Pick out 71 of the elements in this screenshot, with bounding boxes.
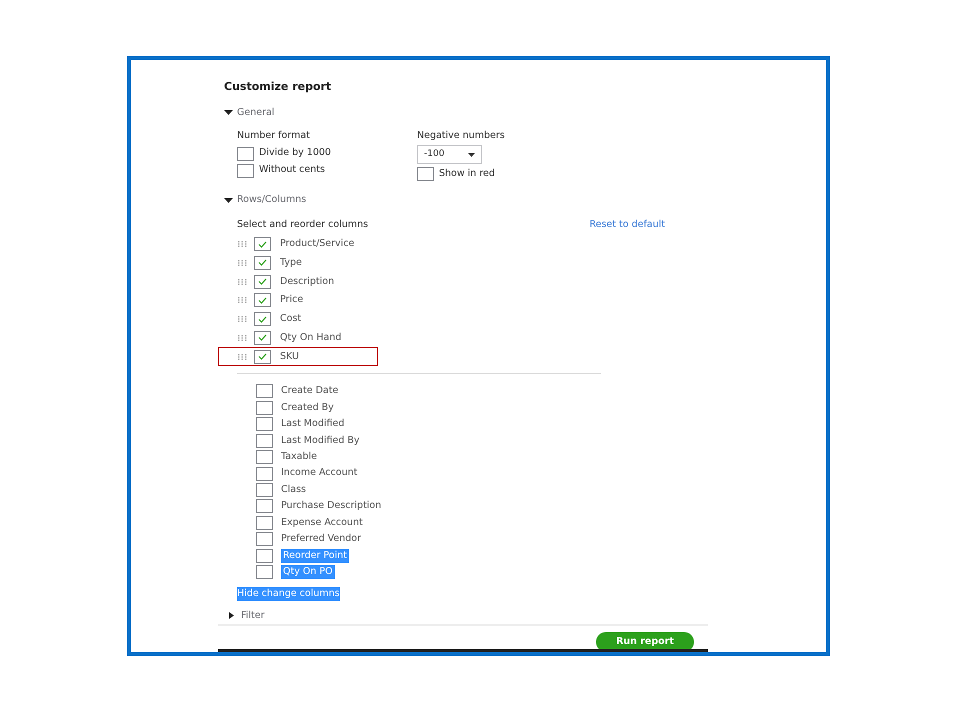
column-label: Qty On Hand	[280, 330, 342, 345]
checkbox[interactable]	[256, 548, 273, 563]
checkbox[interactable]	[256, 532, 273, 546]
drag-handle-icon[interactable]	[238, 278, 247, 285]
column-label: Type	[280, 256, 302, 270]
checkbox[interactable]	[417, 167, 434, 182]
column-label: Income Account	[281, 466, 358, 480]
caret-down-icon[interactable]	[224, 196, 233, 204]
column-label: Expense Account	[281, 516, 363, 530]
caret-down-icon[interactable]	[224, 109, 233, 116]
check-icon	[258, 240, 267, 248]
column-label: SKU	[280, 350, 299, 364]
check-icon	[258, 316, 267, 323]
column-label: Taxable	[281, 450, 318, 464]
drag-handle-icon[interactable]	[238, 354, 247, 360]
reset-link[interactable]: Reset to default	[589, 218, 665, 232]
drag-handle-icon[interactable]	[238, 241, 247, 248]
checkbox[interactable]	[254, 237, 271, 252]
checkbox[interactable]	[256, 466, 273, 481]
column-label: Cost	[280, 312, 302, 326]
check-icon	[258, 259, 267, 266]
column-label: Last Modified By	[281, 434, 360, 448]
column-label: Purchase Description	[281, 499, 382, 514]
panel-title: Customize report	[224, 79, 332, 95]
checkbox[interactable]	[237, 164, 254, 178]
negative-number-dropdown[interactable]: -100	[417, 145, 482, 164]
check-icon	[258, 278, 267, 286]
checkbox[interactable]	[256, 434, 273, 448]
drag-handle-icon[interactable]	[238, 297, 247, 304]
checkbox[interactable]	[256, 384, 273, 398]
field-label: Negative numbers	[417, 128, 505, 143]
check-icon	[258, 353, 267, 360]
section-label[interactable]: Filter	[241, 608, 265, 624]
column-label: Qty On PO	[281, 565, 335, 580]
checkbox[interactable]	[256, 400, 273, 415]
checkbox-label: Without cents	[259, 163, 325, 178]
checkbox[interactable]	[256, 565, 273, 580]
checkbox[interactable]	[254, 330, 271, 345]
column-label: Preferred Vendor	[281, 532, 361, 546]
column-label: Created By	[281, 400, 334, 415]
check-icon	[258, 296, 267, 304]
checkbox[interactable]	[256, 499, 273, 514]
hide-columns-link[interactable]: Hide change columns	[237, 586, 340, 601]
checkbox[interactable]	[254, 256, 271, 270]
column-label: Class	[281, 482, 306, 497]
drag-handle-icon[interactable]	[238, 260, 247, 266]
check-icon	[258, 334, 267, 342]
checkbox[interactable]	[254, 350, 271, 364]
checkbox[interactable]	[256, 417, 273, 432]
column-label: Product/Service	[280, 237, 354, 251]
column-label: Create Date	[281, 384, 338, 398]
checkbox[interactable]	[256, 516, 273, 530]
checkbox[interactable]	[256, 483, 273, 498]
dropdown-caret-icon	[468, 152, 475, 156]
drag-handle-icon[interactable]	[238, 316, 247, 322]
checkbox-label: Divide by 1000	[259, 146, 331, 160]
checkbox[interactable]	[254, 312, 271, 326]
checkbox-label: Show in red	[439, 167, 495, 181]
column-label: Price	[280, 293, 304, 308]
section-label[interactable]: General	[237, 106, 274, 120]
column-label: Reorder Point	[281, 548, 349, 563]
columns-heading: Select and reorder columns	[237, 218, 368, 232]
column-label: Description	[280, 274, 334, 289]
drag-handle-icon[interactable]	[238, 334, 247, 341]
checkbox[interactable]	[237, 146, 254, 160]
checkbox[interactable]	[254, 274, 271, 289]
checkbox[interactable]	[254, 293, 271, 308]
column-label: Last Modified	[281, 417, 344, 432]
field-label: Number format	[237, 128, 311, 143]
checkbox[interactable]	[256, 450, 273, 464]
section-label[interactable]: Rows/Columns	[237, 193, 306, 208]
